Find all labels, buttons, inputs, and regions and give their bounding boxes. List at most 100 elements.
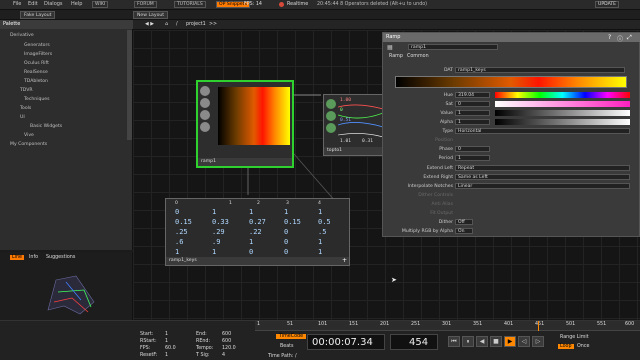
table-cell[interactable]: 1: [175, 248, 179, 256]
tab-line[interactable]: Line: [10, 255, 24, 260]
sat-field[interactable]: 0: [455, 101, 490, 107]
table-cell[interactable]: 1: [212, 248, 216, 256]
menu-dialogs[interactable]: Dialogs: [44, 1, 63, 7]
wiki-button[interactable]: WIKI: [92, 1, 109, 8]
table-cell[interactable]: 0: [249, 248, 253, 256]
hue-slider[interactable]: [495, 92, 630, 98]
viewer-flag-icon[interactable]: [200, 86, 210, 96]
table-cell[interactable]: 0: [284, 238, 288, 246]
table-cell[interactable]: 0: [284, 228, 288, 236]
palette-item-oculus[interactable]: Oculus Rift: [24, 61, 49, 66]
expand-icon[interactable]: ⤢: [627, 34, 632, 42]
lock-flag-icon[interactable]: [200, 122, 210, 132]
value-field[interactable]: 1: [455, 110, 490, 116]
path-root[interactable]: /: [176, 22, 178, 27]
palette-item-tdvr[interactable]: TDVR: [20, 88, 33, 93]
add-icon[interactable]: +: [342, 257, 347, 264]
resetf-value[interactable]: 1: [165, 353, 168, 358]
dither-toggle[interactable]: Off: [455, 219, 473, 225]
table-cell[interactable]: 0.15: [284, 218, 301, 226]
sat-slider[interactable]: [495, 101, 630, 107]
end-value[interactable]: 600: [222, 332, 231, 337]
palette-item-basic-widgets[interactable]: Basic Widgets: [30, 124, 62, 129]
menu-edit[interactable]: Edit: [28, 1, 38, 7]
path-project[interactable]: project1: [186, 22, 206, 27]
menu-help[interactable]: Help: [71, 1, 82, 7]
tab-new-layout[interactable]: New Layout: [133, 11, 169, 19]
stop-icon[interactable]: ■: [490, 336, 502, 347]
tab-info[interactable]: Info: [29, 255, 38, 260]
tempo-value[interactable]: 120.0: [222, 346, 236, 351]
table-cell[interactable]: .5: [318, 228, 326, 236]
realtime-icon[interactable]: [279, 2, 284, 7]
palette-item-tools[interactable]: Tools: [20, 106, 31, 111]
tutorials-button[interactable]: TUTORIALS: [174, 1, 206, 8]
extend-right-dropdown[interactable]: Same as Left: [455, 174, 630, 180]
palette-item-generators[interactable]: Generators: [24, 43, 50, 48]
bypass-flag-icon[interactable]: [326, 123, 336, 133]
viewer-flag-icon[interactable]: [326, 99, 336, 109]
step-back-icon[interactable]: ◁: [518, 336, 530, 347]
table-cell[interactable]: .9: [212, 238, 220, 246]
table-cell[interactable]: 0: [284, 248, 288, 256]
timecode-display[interactable]: 00:00:07.34: [307, 334, 385, 350]
table-cell[interactable]: 1: [318, 208, 322, 216]
back-icon[interactable]: ◀ ▶: [145, 22, 154, 27]
table-cell[interactable]: 0.33: [212, 218, 229, 226]
table-cell[interactable]: 1: [249, 208, 253, 216]
multiply-rgb-toggle[interactable]: On: [455, 228, 473, 234]
tsig-value[interactable]: 4: [222, 353, 225, 358]
palette-item-vive[interactable]: Vive: [24, 133, 34, 138]
home-icon[interactable]: ⌂: [165, 22, 168, 27]
dat-field[interactable]: ramp1_keys: [455, 67, 625, 73]
tab-suggestions[interactable]: Suggestions: [46, 255, 75, 260]
table-cell[interactable]: 1: [318, 248, 322, 256]
table-cell[interactable]: .6: [175, 238, 183, 246]
playhead[interactable]: [538, 321, 539, 331]
palette-item-derivative[interactable]: Derivative: [10, 33, 34, 38]
table-cell[interactable]: 1: [318, 238, 322, 246]
table-cell[interactable]: .25: [175, 228, 188, 236]
frame-display[interactable]: 454: [390, 334, 438, 350]
table-cell[interactable]: .22: [249, 228, 262, 236]
op-name-field[interactable]: ramp1: [408, 44, 498, 50]
pause-icon[interactable]: ⏸: [462, 336, 474, 347]
timecode-button[interactable]: TimeCode: [276, 334, 307, 339]
rend-value[interactable]: 600: [222, 339, 231, 344]
once-button[interactable]: Once: [577, 344, 589, 349]
bypass-flag-icon[interactable]: [200, 110, 210, 120]
tab-common[interactable]: Common: [407, 54, 429, 59]
alpha-field[interactable]: 1: [455, 119, 490, 125]
rstart-value[interactable]: 1: [165, 339, 168, 344]
tab-ramp[interactable]: Ramp: [389, 54, 403, 59]
table-cell[interactable]: 1: [212, 208, 216, 216]
table-cell[interactable]: 1: [284, 208, 288, 216]
palette-item-my-components[interactable]: My Components: [10, 142, 47, 147]
palette-scrollbar[interactable]: [127, 30, 132, 140]
table-cell[interactable]: .29: [212, 228, 225, 236]
table-cell[interactable]: 0: [175, 208, 179, 216]
type-dropdown[interactable]: Horizontal: [455, 128, 630, 134]
loop-button[interactable]: Loop: [558, 344, 574, 349]
phase-field[interactable]: 0: [455, 146, 490, 152]
fps-value[interactable]: 60.0: [165, 346, 176, 351]
update-button[interactable]: UPDATE: [595, 1, 620, 8]
tab-fake-layout[interactable]: Fake Layout: [20, 11, 56, 19]
timeline-ruler[interactable]: 1 51 101 151 201 251 301 351 401 451 501…: [255, 321, 640, 331]
table-cell[interactable]: 1: [249, 238, 253, 246]
period-field[interactable]: 1: [455, 155, 490, 161]
palette-item-realsense[interactable]: RealSense: [24, 70, 48, 75]
ramp-gradient-editor[interactable]: [395, 76, 627, 88]
extend-left-dropdown[interactable]: Repeat: [455, 165, 630, 171]
table-cell[interactable]: 0.5: [318, 218, 331, 226]
forum-button[interactable]: FORUM: [134, 1, 157, 8]
play-reverse-icon[interactable]: ◀: [476, 336, 488, 347]
interpolate-dropdown[interactable]: Linear: [455, 183, 630, 189]
table-dat-node[interactable]: 0 1 2 3 4 0 1 1 1 1 0.15 0.33 0.27 0.15 …: [165, 198, 350, 266]
menu-file[interactable]: File: [13, 1, 21, 7]
clone-flag-icon[interactable]: [326, 111, 336, 121]
table-cell[interactable]: 0.15: [175, 218, 192, 226]
palette-item-ui[interactable]: UI: [20, 115, 25, 120]
start-value[interactable]: 1: [165, 332, 168, 337]
hue-field[interactable]: 319.04: [455, 92, 490, 98]
